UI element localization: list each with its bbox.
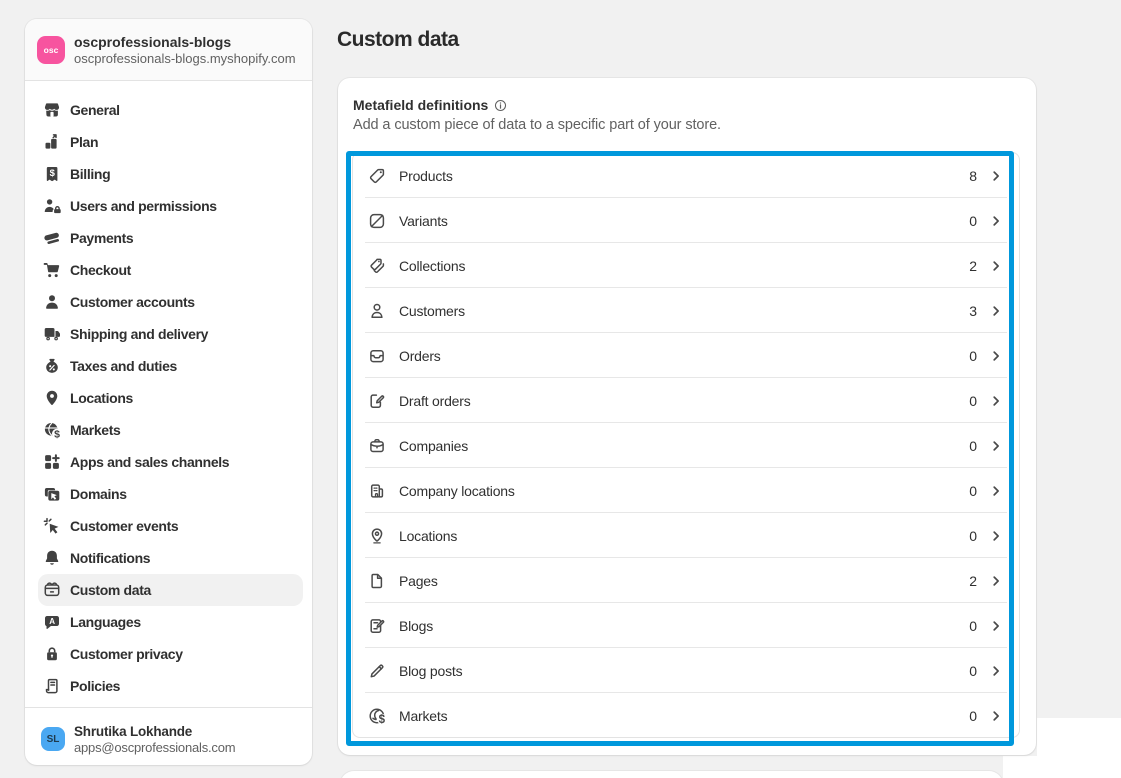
svg-text:$: $ (54, 428, 60, 440)
svg-text:$: $ (378, 714, 385, 726)
svg-text:A: A (49, 617, 55, 626)
